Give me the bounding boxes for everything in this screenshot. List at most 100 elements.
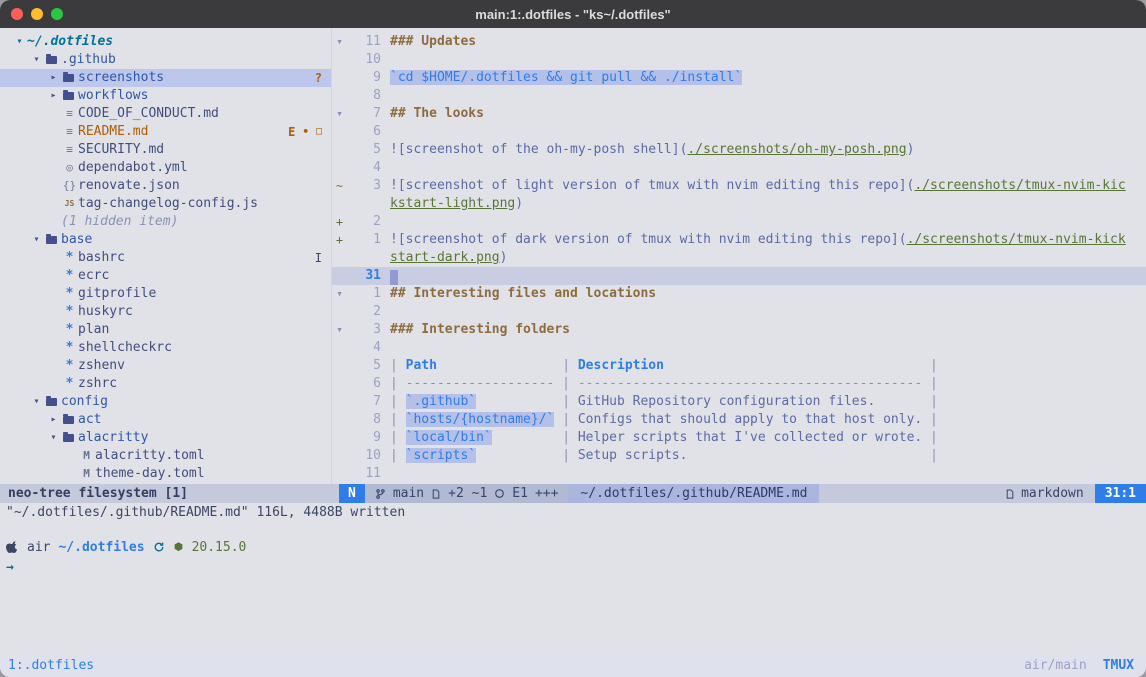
editor-line[interactable]: ~3![screenshot of light version of tmux … [332,177,1146,195]
tree-item-label: (1 hidden item) [61,213,178,231]
editor-line[interactable]: ▾3### Interesting folders [332,321,1146,339]
gutter-sign[interactable]: ▾ [332,321,347,339]
editor-pane[interactable]: ▾11### Updates 10 9`cd $HOME/.dotfiles &… [332,28,1146,484]
expander-icon[interactable]: ▸ [46,87,61,105]
tree-item[interactable]: Mtheme-day.toml [0,465,331,483]
tree-item[interactable]: ◎dependabot.yml [0,159,331,177]
line-number: 11 [347,465,390,483]
text-segment: ![screenshot of light version of tmux wi… [390,178,914,193]
tree-item[interactable]: *bashrcI [0,249,331,267]
text-segment: | [390,448,406,463]
line-number: 2 [347,213,390,231]
tree-item[interactable]: ≡CODE_OF_CONDUCT.md [0,105,331,123]
editor-line[interactable]: 31 [332,267,1146,285]
tree-item[interactable]: *shellcheckrc [0,339,331,357]
editor-line[interactable]: 5| Path | Description | [332,357,1146,375]
expander-icon[interactable]: ▾ [12,33,27,51]
tree-item[interactable]: *gitprofile [0,285,331,303]
tree-item[interactable]: *ecrc [0,267,331,285]
editor-line[interactable]: 6 [332,123,1146,141]
tree-item-label: alacritty.toml [95,447,205,465]
line-number: 8 [347,87,390,105]
prompt-host: air [27,540,50,555]
tree-item[interactable]: *huskyrc [0,303,331,321]
text-segment: | [687,448,937,463]
editor-line[interactable]: 4 [332,339,1146,357]
editor-line[interactable]: 4 [332,159,1146,177]
cursor-block [390,270,398,285]
tree-item[interactable]: (1 hidden item) [0,213,331,231]
tree-item[interactable]: *zshenv [0,357,331,375]
editor-line[interactable]: ▾11### Updates [332,33,1146,51]
terminal-content: ▾~/.dotfiles▾.github▸screenshots?▸workfl… [0,28,1146,677]
tree-item[interactable]: ▾~/.dotfiles [0,33,331,51]
expander-icon[interactable]: ▾ [29,393,44,411]
editor-line[interactable]: ▾7## The looks [332,105,1146,123]
gutter-sign[interactable]: ▾ [332,33,347,51]
editor-line[interactable]: 8 [332,87,1146,105]
editor-line[interactable]: 8| `hosts/{hostname}/` | Configs that sh… [332,411,1146,429]
neotree-panel[interactable]: ▾~/.dotfiles▾.github▸screenshots?▸workfl… [0,28,332,484]
tree-item[interactable]: {}renovate.json [0,177,331,195]
zoom-button[interactable] [51,8,63,20]
filetype-section: markdown [994,484,1095,503]
tree-item[interactable]: ≡README.mdE•□ [0,123,331,141]
expander-icon[interactable]: ▾ [46,429,61,447]
tree-item-label: gitprofile [78,285,156,303]
line-text [390,303,1146,321]
tree-item-label: zshenv [78,357,125,375]
editor-line[interactable]: ▾1## Interesting files and locations [332,285,1146,303]
minimize-button[interactable] [31,8,43,20]
editor-line[interactable]: 10| `scripts` | Setup scripts. | [332,447,1146,465]
editor-line[interactable]: 11 [332,465,1146,483]
expander-icon[interactable]: ▸ [46,411,61,429]
shell-area[interactable]: air ~/.dotfiles 20.15.0 → [6,536,1146,578]
titlebar[interactable]: main:1:.dotfiles - "ks~/.dotfiles" [0,0,1146,28]
editor-line[interactable]: 5![screenshot of the oh-my-posh shell](.… [332,141,1146,159]
tree-item[interactable]: ≡SECURITY.md [0,141,331,159]
editor-line[interactable]: 10 [332,51,1146,69]
line-text: start-dark.png) [390,249,1146,267]
expander-icon[interactable]: ▸ [46,69,61,87]
tree-item[interactable]: JStag-changelog-config.js [0,195,331,213]
tree-item[interactable]: ▸workflows [0,87,331,105]
tree-item[interactable]: *zshrc [0,375,331,393]
close-button[interactable] [11,8,23,20]
gutter-sign-empty [332,141,347,159]
line-text: ## Interesting files and locations [390,285,1146,303]
tree-item[interactable]: ▾config [0,393,331,411]
tree-item[interactable]: ▸act [0,411,331,429]
editor-line[interactable]: +1![screenshot of dark version of tmux w… [332,231,1146,249]
tree-item-label: README.md [78,123,148,141]
editor-line[interactable]: +2 [332,213,1146,231]
editor-line[interactable]: 9`cd $HOME/.dotfiles && git pull && ./in… [332,69,1146,87]
tree-item[interactable]: ▾.github [0,51,331,69]
text-segment: GitHub Repository configuration files. [578,394,875,409]
editor-line[interactable]: 2 [332,303,1146,321]
editor-line[interactable]: start-dark.png) [332,249,1146,267]
line-text [390,339,1146,357]
folder-icon [46,398,57,406]
text-segment: start-dark.png [390,250,500,265]
statusline-fill [819,484,994,503]
tree-item[interactable]: ▾alacritty [0,429,331,447]
prompt-path: ~/.dotfiles [58,540,144,555]
tree-item[interactable]: *plan [0,321,331,339]
editor-line[interactable]: 9| `local/bin` | Helper scripts that I'v… [332,429,1146,447]
dependabot-icon: ◎ [61,159,78,177]
tmux-window-name[interactable]: 1:.dotfiles [8,658,94,673]
expander-icon[interactable]: ▾ [29,51,44,69]
editor-line[interactable]: 7| `.github` | GitHub Repository configu… [332,393,1146,411]
editor-line[interactable]: kstart-light.png) [332,195,1146,213]
editor-line[interactable]: 6| ------------------- | ---------------… [332,375,1146,393]
tree-item[interactable]: Malacritty.toml [0,447,331,465]
tree-item[interactable]: ▾ base [0,231,331,249]
tree-item[interactable]: ▸screenshots? [0,69,331,87]
statusline: N main +2 ~1 E1 +++ ~/.dotfiles/.github/… [339,484,1146,503]
tree-item-label: base [61,231,92,249]
toml-icon: M [78,447,95,465]
expander-icon[interactable]: ▾ [29,231,44,249]
gutter-sign[interactable]: ▾ [332,105,347,123]
gutter-sign[interactable]: ▾ [332,285,347,303]
hunks-indicator: +++ [535,484,558,503]
